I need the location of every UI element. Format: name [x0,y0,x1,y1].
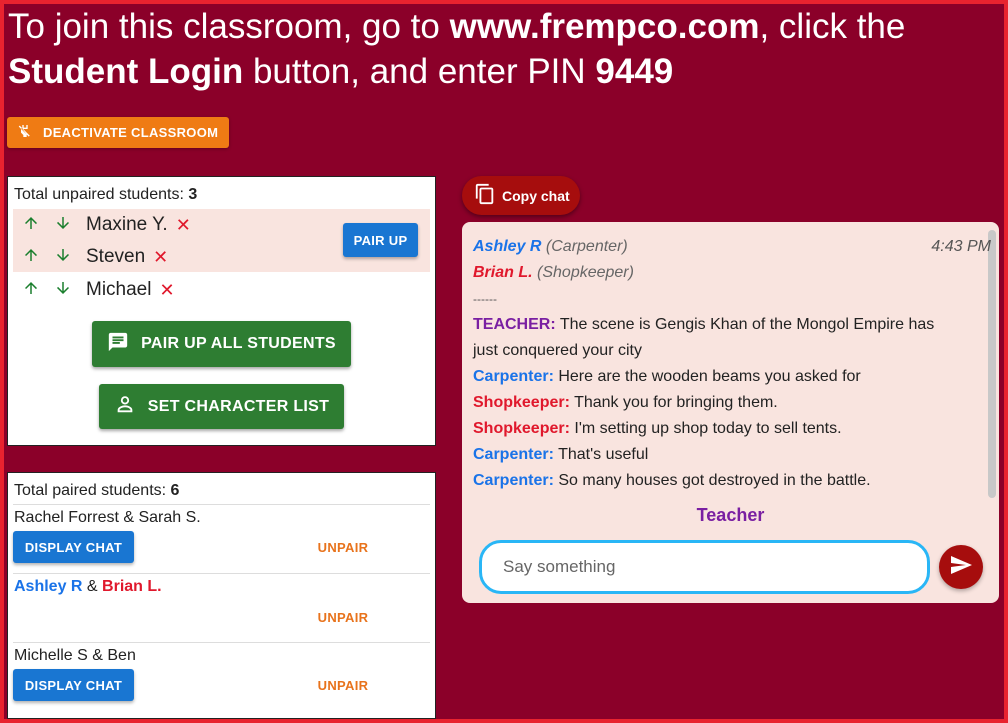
arrow-up-icon[interactable] [22,279,54,302]
message-text: Thank you for bringing them. [569,394,778,411]
pair-names: Ashley R & Brian L. [14,578,162,596]
pair-names: Rachel Forrest & Sarah S. [14,509,201,527]
message-text: The scene is Gengis Khan of the Mongol E… [555,316,935,333]
chat-input-placeholder: Say something [503,557,616,576]
unpaired-students-panel: Total unpaired students: 3 Maxine Y. ✕ S… [7,176,436,446]
message-speaker: Carpenter: [473,446,554,463]
student-b-name: Brian L. [473,264,533,281]
copy-chat-label: Copy chat [502,187,570,204]
message-text: Here are the wooden beams you asked for [553,368,861,385]
student-name: Michael [86,279,152,300]
power-off-icon [17,123,33,142]
student-row: Maxine Y. ✕ [22,210,191,240]
join-text-3: button, and enter PIN [243,52,596,91]
pair-separator: & [87,647,108,664]
student-row: Steven ✕ [22,242,168,272]
student-name: Steven [86,246,146,267]
message-text: That's useful [553,446,649,463]
pair-student-a: Ashley R [14,578,83,595]
unpair-button[interactable]: UNPAIR [313,540,373,555]
paired-students-panel: Total paired students: 6 Rachel Forrest … [7,472,436,719]
student-row: Michael ✕ [22,275,175,305]
join-instructions: To join this classroom, go to www.frempc… [8,4,998,94]
pair-names: Michelle S & Ben [14,647,136,665]
remove-student-icon[interactable]: ✕ [153,247,168,268]
unpaired-count-title: Total unpaired students: 3 [8,177,435,204]
chat-message: Carpenter: So many houses got destroyed … [473,468,983,494]
pair-entry: Rachel Forrest & Sarah S. DISPLAY CHAT U… [13,504,430,573]
paired-count: 6 [170,482,180,499]
message-speaker: Shopkeeper: [473,420,570,437]
arrow-down-icon[interactable] [54,214,86,237]
chat-time: 4:43 PM [931,238,991,255]
message-text: So many houses got destroyed in the batt… [553,472,871,489]
pair-separator: & [82,578,103,595]
unpaired-title-label: Total unpaired students: [14,186,189,203]
paired-count-title: Total paired students: 6 [8,473,435,500]
chat-transcript: Ashley R (Carpenter) 4:43 PM Brian L. (S… [473,234,991,494]
pair-student-b: Sarah S. [138,509,201,526]
chat-panel: Ashley R (Carpenter) 4:43 PM Brian L. (S… [462,222,999,603]
copy-chat-button[interactable]: Copy chat [462,176,580,215]
chat-message: Carpenter: Here are the wooden beams you… [473,364,983,390]
message-speaker: Carpenter: [473,368,554,385]
display-chat-button[interactable]: DISPLAY CHAT [13,669,134,701]
message-speaker: Shopkeeper: [473,394,570,411]
message-text: I'm setting up shop today to sell tents. [569,420,842,437]
display-chat-button[interactable]: DISPLAY CHAT [13,531,134,563]
arrow-up-icon[interactable] [22,214,54,237]
copy-icon [474,183,496,208]
send-button[interactable] [939,545,983,589]
pair-up-button[interactable]: PAIR UP [343,223,418,257]
pair-separator: & [118,509,139,526]
pair-student-a: Michelle S [14,647,88,664]
arrow-down-icon[interactable] [54,246,86,269]
pair-up-all-button[interactable]: PAIR UP ALL STUDENTS [92,321,351,367]
pair-up-all-label: PAIR UP ALL STUDENTS [141,335,336,352]
speaking-as-label: Teacher [696,505,765,525]
pair-entry: Michelle S & Ben DISPLAY CHAT UNPAIR [13,642,430,712]
chat-scrollbar[interactable] [988,230,996,498]
message-speaker: TEACHER: [473,316,556,333]
classroom-pin: 9449 [595,52,674,91]
chat-message-continued: just conquered your city [473,338,983,364]
chat-message: Shopkeeper: Thank you for bringing them. [473,390,983,416]
remove-student-icon[interactable]: ✕ [159,280,174,301]
chat-header-student-b: Brian L. (Shopkeeper) [473,260,983,286]
chat-message: TEACHER: The scene is Gengis Khan of the… [473,312,983,338]
student-a-role: (Carpenter) [545,238,628,255]
chat-message: Shopkeeper: I'm setting up shop today to… [473,416,983,442]
chat-separator: ------ [473,292,497,306]
unpair-button[interactable]: UNPAIR [313,678,373,693]
pair-student-a: Rachel Forrest [14,509,119,526]
chat-message-input[interactable]: Say something [479,540,930,594]
paired-title-label: Total paired students: [14,482,171,499]
person-icon [114,393,136,420]
pair-entry-selected: Ashley R & Brian L. UNPAIR [13,573,430,642]
unpaired-count: 3 [188,186,198,203]
set-character-list-button[interactable]: SET CHARACTER LIST [99,384,344,429]
site-url: www.frempco.com [449,7,760,46]
chat-message: Carpenter: That's useful [473,442,983,468]
set-character-list-label: SET CHARACTER LIST [147,397,330,415]
student-login-text: Student Login [8,52,244,91]
student-name: Maxine Y. [86,214,168,235]
deactivate-classroom-button[interactable]: DEACTIVATE CLASSROOM [7,117,230,148]
join-text-2: , click the [759,7,906,46]
student-b-role: (Shopkeeper) [537,264,634,281]
send-icon [949,553,973,582]
arrow-up-icon[interactable] [22,246,54,269]
message-speaker: Carpenter: [473,472,554,489]
join-text-1: To join this classroom, go to [8,7,450,46]
message-icon [107,331,129,358]
student-a-name: Ashley R [473,238,542,255]
remove-student-icon[interactable]: ✕ [176,215,191,236]
pair-student-b: Ben [107,647,136,664]
chat-header-student-a: Ashley R (Carpenter) [473,234,983,260]
unpair-button[interactable]: UNPAIR [313,610,373,625]
pair-student-b: Brian L. [102,578,162,595]
deactivate-classroom-label: DEACTIVATE CLASSROOM [43,125,219,140]
arrow-down-icon[interactable] [54,279,86,302]
message-text: just conquered your city [473,342,642,359]
